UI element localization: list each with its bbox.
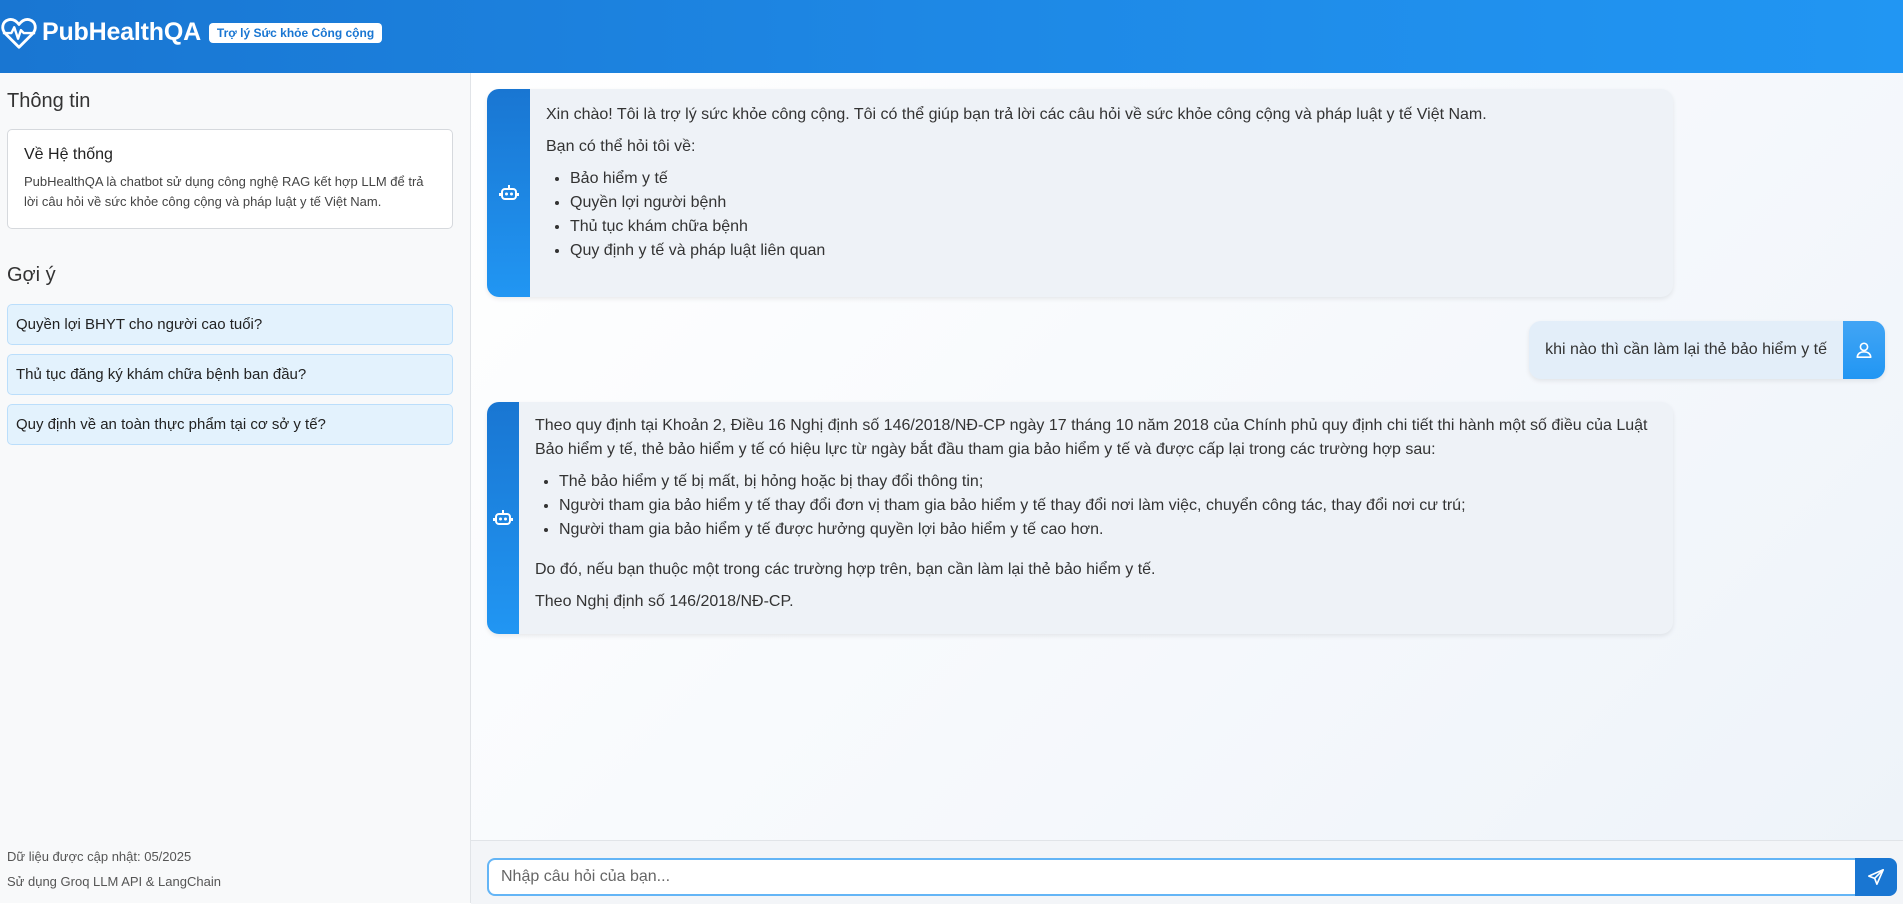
suggestions-title: Gợi ý bbox=[7, 264, 56, 286]
app-title: PubHealthQA bbox=[42, 18, 201, 46]
bot-message-list: Bảo hiểm y tế Quyền lợi người bệnh Thủ t… bbox=[546, 167, 1653, 263]
list-item: Người tham gia bảo hiểm y tế được hưởng … bbox=[559, 518, 1649, 542]
list-item: Thủ tục khám chữa bệnh bbox=[570, 215, 1653, 239]
about-card: Về Hệ thống PubHealthQA là chatbot sử dụ… bbox=[7, 129, 453, 229]
robot-icon bbox=[498, 185, 519, 200]
send-button[interactable] bbox=[1855, 858, 1897, 896]
user-icon bbox=[1856, 342, 1872, 359]
user-message: khi nào thì cần làm lại thẻ bảo hiểm y t… bbox=[1529, 321, 1885, 379]
list-item: Người tham gia bảo hiểm y tế thay đổi đơ… bbox=[559, 494, 1649, 518]
list-item: Quy định y tế và pháp luật liên quan bbox=[570, 239, 1653, 263]
bot-message-text: Do đó, nếu bạn thuộc một trong các trườn… bbox=[535, 561, 1156, 578]
user-avatar bbox=[1843, 321, 1885, 379]
suggestion-item[interactable]: Thủ tục đăng ký khám chữa bệnh ban đầu? bbox=[7, 354, 453, 395]
bot-message-text: Xin chào! Tôi là trợ lý sức khỏe công cộ… bbox=[546, 106, 1487, 123]
send-icon bbox=[1867, 868, 1885, 886]
data-updated-text: Dữ liệu được cập nhật: 05/2025 bbox=[7, 849, 192, 864]
list-item: Bảo hiểm y tế bbox=[570, 167, 1653, 191]
user-message-text: khi nào thì cần làm lại thẻ bảo hiểm y t… bbox=[1545, 341, 1827, 358]
app-header: PubHealthQA Trợ lý Sức khỏe Công cộng bbox=[0, 0, 1903, 73]
suggestion-item[interactable]: Quy định về an toàn thực phẩm tại cơ sở … bbox=[7, 404, 453, 445]
app-badge: Trợ lý Sức khỏe Công cộng bbox=[208, 22, 383, 43]
input-area bbox=[471, 840, 1903, 904]
bot-message-text: Theo Nghị định số 146/2018/NĐ-CP. bbox=[535, 593, 794, 610]
bot-message: Theo quy định tại Khoản 2, Điều 16 Nghị … bbox=[487, 402, 1673, 634]
suggestion-item[interactable]: Quyền lợi BHYT cho người cao tuổi? bbox=[7, 304, 453, 345]
powered-by-text: Sử dụng Groq LLM API & LangChain bbox=[7, 874, 221, 889]
bot-message-text: Theo quy định tại Khoản 2, Điều 16 Nghị … bbox=[535, 417, 1648, 458]
chat-area[interactable]: Xin chào! Tôi là trợ lý sức khỏe công cộ… bbox=[471, 73, 1903, 840]
chat-input[interactable] bbox=[487, 858, 1855, 896]
about-card-text: PubHealthQA là chatbot sử dụng công nghệ… bbox=[24, 174, 424, 209]
bot-message-text: Bạn có thể hỏi tôi về: bbox=[546, 138, 696, 155]
info-section-title: Thông tin bbox=[7, 90, 91, 112]
bot-message: Xin chào! Tôi là trợ lý sức khỏe công cộ… bbox=[487, 89, 1673, 297]
list-item: Quyền lợi người bệnh bbox=[570, 191, 1653, 215]
robot-icon bbox=[493, 510, 513, 525]
about-card-title: Về Hệ thống bbox=[24, 146, 113, 163]
bot-avatar bbox=[487, 89, 530, 297]
list-item: Thẻ bảo hiểm y tế bị mất, bị hỏng hoặc b… bbox=[559, 470, 1649, 494]
bot-avatar bbox=[487, 402, 519, 634]
bot-message-list: Thẻ bảo hiểm y tế bị mất, bị hỏng hoặc b… bbox=[535, 470, 1649, 542]
heart-pulse-icon bbox=[1, 17, 37, 49]
sidebar: Thông tin Về Hệ thống PubHealthQA là cha… bbox=[0, 73, 471, 903]
